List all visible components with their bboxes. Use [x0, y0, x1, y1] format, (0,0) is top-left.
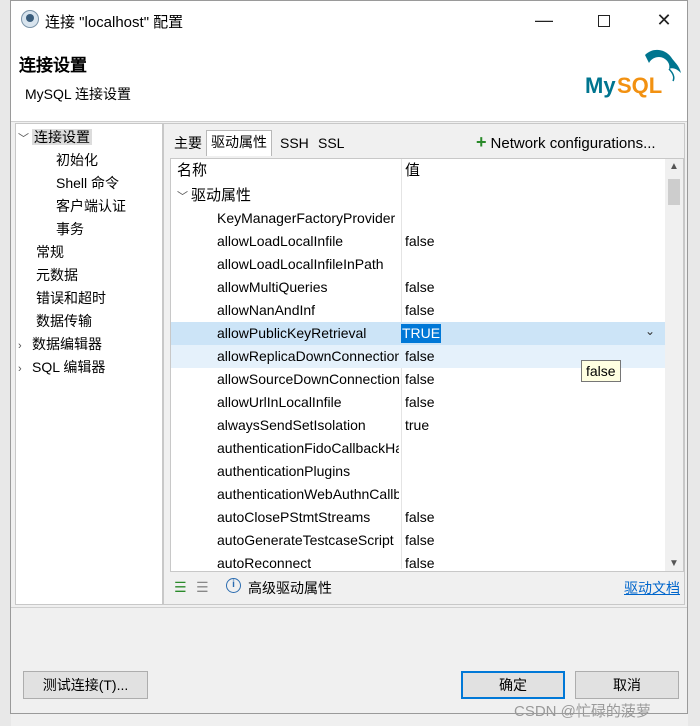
title-bar: 连接 "localhost" 配置 — ✕ — [11, 1, 687, 39]
table-row[interactable]: KeyManagerFactoryProvider — [171, 207, 665, 230]
background-app-right — [688, 0, 700, 726]
collapse-chevron-icon[interactable]: › — [18, 335, 32, 357]
nav-item-general[interactable]: 常规 — [36, 241, 64, 263]
collapse-chevron-icon[interactable]: › — [18, 358, 32, 380]
maximize-icon — [598, 15, 610, 28]
table-row[interactable]: autoGenerateTestcaseScript false — [171, 529, 665, 552]
driver-docs-link[interactable]: 驱动文档 — [624, 578, 680, 598]
ok-button[interactable]: 确定 — [461, 671, 565, 699]
info-icon: i — [226, 578, 241, 593]
table-row[interactable]: autoReconnect false — [171, 552, 665, 571]
scrollbar-thumb[interactable] — [668, 179, 680, 205]
table-row[interactable]: authenticationWebAuthnCallbackHandler — [171, 483, 665, 506]
nav-item-data-editor[interactable]: › 数据编辑器 — [18, 333, 102, 355]
svg-text:My: My — [585, 73, 616, 98]
table-row[interactable]: allowNanAndInf false — [171, 299, 665, 322]
column-header-value[interactable]: 值 — [405, 159, 420, 183]
test-connection-button[interactable]: 测试连接(T)... — [23, 671, 148, 699]
close-button[interactable]: ✕ — [641, 7, 687, 33]
advanced-driver-properties-label: 高级驱动属性 — [248, 580, 332, 596]
nav-item-connection-settings[interactable]: ﹀ 连接设置 — [18, 126, 92, 148]
expand-chevron-icon[interactable]: ﹀ — [18, 128, 32, 150]
maximize-button[interactable] — [581, 7, 627, 33]
plus-icon: + — [476, 132, 487, 152]
dbeaver-app-icon — [21, 10, 39, 28]
table-row[interactable]: allowLoadLocalInfile false — [171, 230, 665, 253]
remove-property-icon[interactable]: ☰ — [196, 579, 209, 596]
connection-config-dialog: 连接 "localhost" 配置 — ✕ 连接设置 MySQL 连接设置 My… — [10, 0, 688, 714]
nav-item-errors-timeouts[interactable]: 错误和超时 — [36, 287, 106, 309]
tab-driver-properties[interactable]: 驱动属性 — [206, 130, 272, 156]
watermark: CSDN @忙碌的菠萝 — [514, 703, 651, 720]
tab-main[interactable]: 主要 — [170, 132, 206, 156]
add-property-icon[interactable]: ☰ — [174, 579, 187, 596]
tab-ssl[interactable]: SSL — [314, 132, 348, 156]
header-divider — [11, 121, 687, 122]
table-row[interactable]: allowLoadLocalInfileInPath — [171, 253, 665, 276]
nav-item-data-transfer[interactable]: 数据传输 — [36, 310, 92, 332]
value-editor-combo[interactable]: TRUE — [401, 324, 442, 343]
nav-item-metadata[interactable]: 元数据 — [36, 264, 78, 286]
table-row[interactable]: allowUrlInLocalInfile false — [171, 391, 665, 414]
network-configurations-button[interactable]: + Network configurations... — [476, 132, 656, 153]
value-tooltip: false — [581, 360, 621, 382]
scroll-down-icon[interactable]: ▼ — [669, 558, 679, 569]
mysql-logo: My SQL — [585, 49, 681, 98]
dialog-header: 连接设置 MySQL 连接设置 My SQL — [11, 39, 687, 121]
chevron-down-icon[interactable]: ⌄ — [645, 324, 655, 338]
nav-item-client-auth[interactable]: 客户端认证 — [56, 195, 126, 217]
table-row-selected[interactable]: allowPublicKeyRetrieval TRUE ⌄ — [171, 322, 665, 345]
settings-panel: 主要 驱动属性 SSH SSL + Network configurations.… — [163, 123, 685, 605]
column-header-name[interactable]: 名称 — [177, 159, 207, 183]
expand-chevron-icon[interactable]: ﹀ — [177, 186, 191, 208]
page-title: 连接设置 — [19, 56, 87, 75]
settings-nav-tree: ﹀ 连接设置 初始化 Shell 命令 客户端认证 事务 常规 元数据 错误和超时… — [15, 123, 163, 605]
nav-item-transactions[interactable]: 事务 — [56, 218, 84, 240]
table-row[interactable]: alwaysSendSetIsolation true — [171, 414, 665, 437]
minimize-button[interactable]: — — [521, 7, 567, 33]
scroll-up-icon[interactable]: ▲ — [669, 161, 679, 172]
vertical-scrollbar[interactable]: ▲ ▼ — [665, 159, 683, 571]
footer-divider — [11, 607, 687, 608]
tab-ssh[interactable]: SSH — [276, 132, 313, 156]
nav-item-sql-editor[interactable]: › SQL 编辑器 — [18, 356, 105, 378]
table-row[interactable]: authenticationPlugins — [171, 460, 665, 483]
properties-toolbar: ☰ ☰ i 高级驱动属性 驱动文档 — [170, 576, 684, 598]
nav-item-shell-commands[interactable]: Shell 命令 — [56, 172, 119, 194]
cancel-button[interactable]: 取消 — [575, 671, 679, 699]
svg-text:SQL: SQL — [617, 73, 662, 98]
table-row[interactable]: allowMultiQueries false — [171, 276, 665, 299]
table-row[interactable]: autoClosePStmtStreams false — [171, 506, 665, 529]
page-subtitle: MySQL 连接设置 — [25, 86, 132, 102]
table-row[interactable]: authenticationFidoCallbackHandler — [171, 437, 665, 460]
nav-item-init[interactable]: 初始化 — [56, 149, 98, 171]
window-title: 连接 "localhost" 配置 — [45, 14, 184, 31]
property-group-row[interactable]: ﹀ 驱动属性 — [177, 185, 251, 207]
